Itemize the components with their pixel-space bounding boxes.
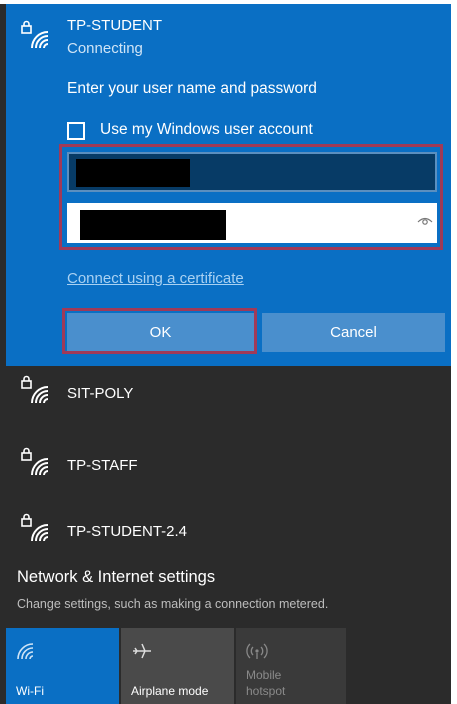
cancel-button[interactable]: Cancel (262, 313, 445, 352)
wifi-secured-icon (21, 20, 49, 49)
active-network-status: Connecting (67, 40, 143, 57)
right-border (451, 0, 457, 704)
hotspot-tile-label-line2: hotspot (246, 684, 286, 698)
network-ssid: TP-STUDENT-2.4 (67, 523, 188, 540)
connect-certificate-link[interactable]: Connect using a certificate (67, 270, 244, 287)
active-network-ssid: TP-STUDENT (67, 17, 162, 34)
mobile-hotspot-tile[interactable]: Mobile hotspot (236, 628, 346, 704)
wifi-toggle-tile[interactable]: Wi-Fi (6, 628, 119, 704)
wifi-secured-icon (21, 447, 49, 476)
network-ssid: SIT-POLY (67, 385, 134, 402)
windows-account-checkbox-label[interactable]: Use my Windows user account (100, 121, 313, 139)
wifi-tile-label: Wi-Fi (16, 684, 44, 698)
airplane-tile-label: Airplane mode (131, 684, 209, 698)
hotspot-icon (246, 643, 268, 659)
airplane-icon (133, 643, 151, 659)
credentials-prompt: Enter your user name and password (67, 80, 317, 97)
network-ssid: TP-STAFF (67, 457, 138, 474)
wifi-icon (17, 643, 34, 660)
airplane-mode-tile[interactable]: Airplane mode (121, 628, 234, 704)
hotspot-tile-label-line1: Mobile (246, 668, 282, 682)
credentials-highlight-box (59, 144, 443, 250)
ok-highlight-box (62, 308, 257, 354)
network-settings-description: Change settings, such as making a connec… (17, 597, 329, 611)
wifi-secured-icon (21, 513, 49, 542)
wifi-secured-icon (21, 375, 49, 404)
windows-account-checkbox[interactable] (67, 122, 85, 140)
network-settings-link[interactable]: Network & Internet settings (17, 568, 215, 587)
